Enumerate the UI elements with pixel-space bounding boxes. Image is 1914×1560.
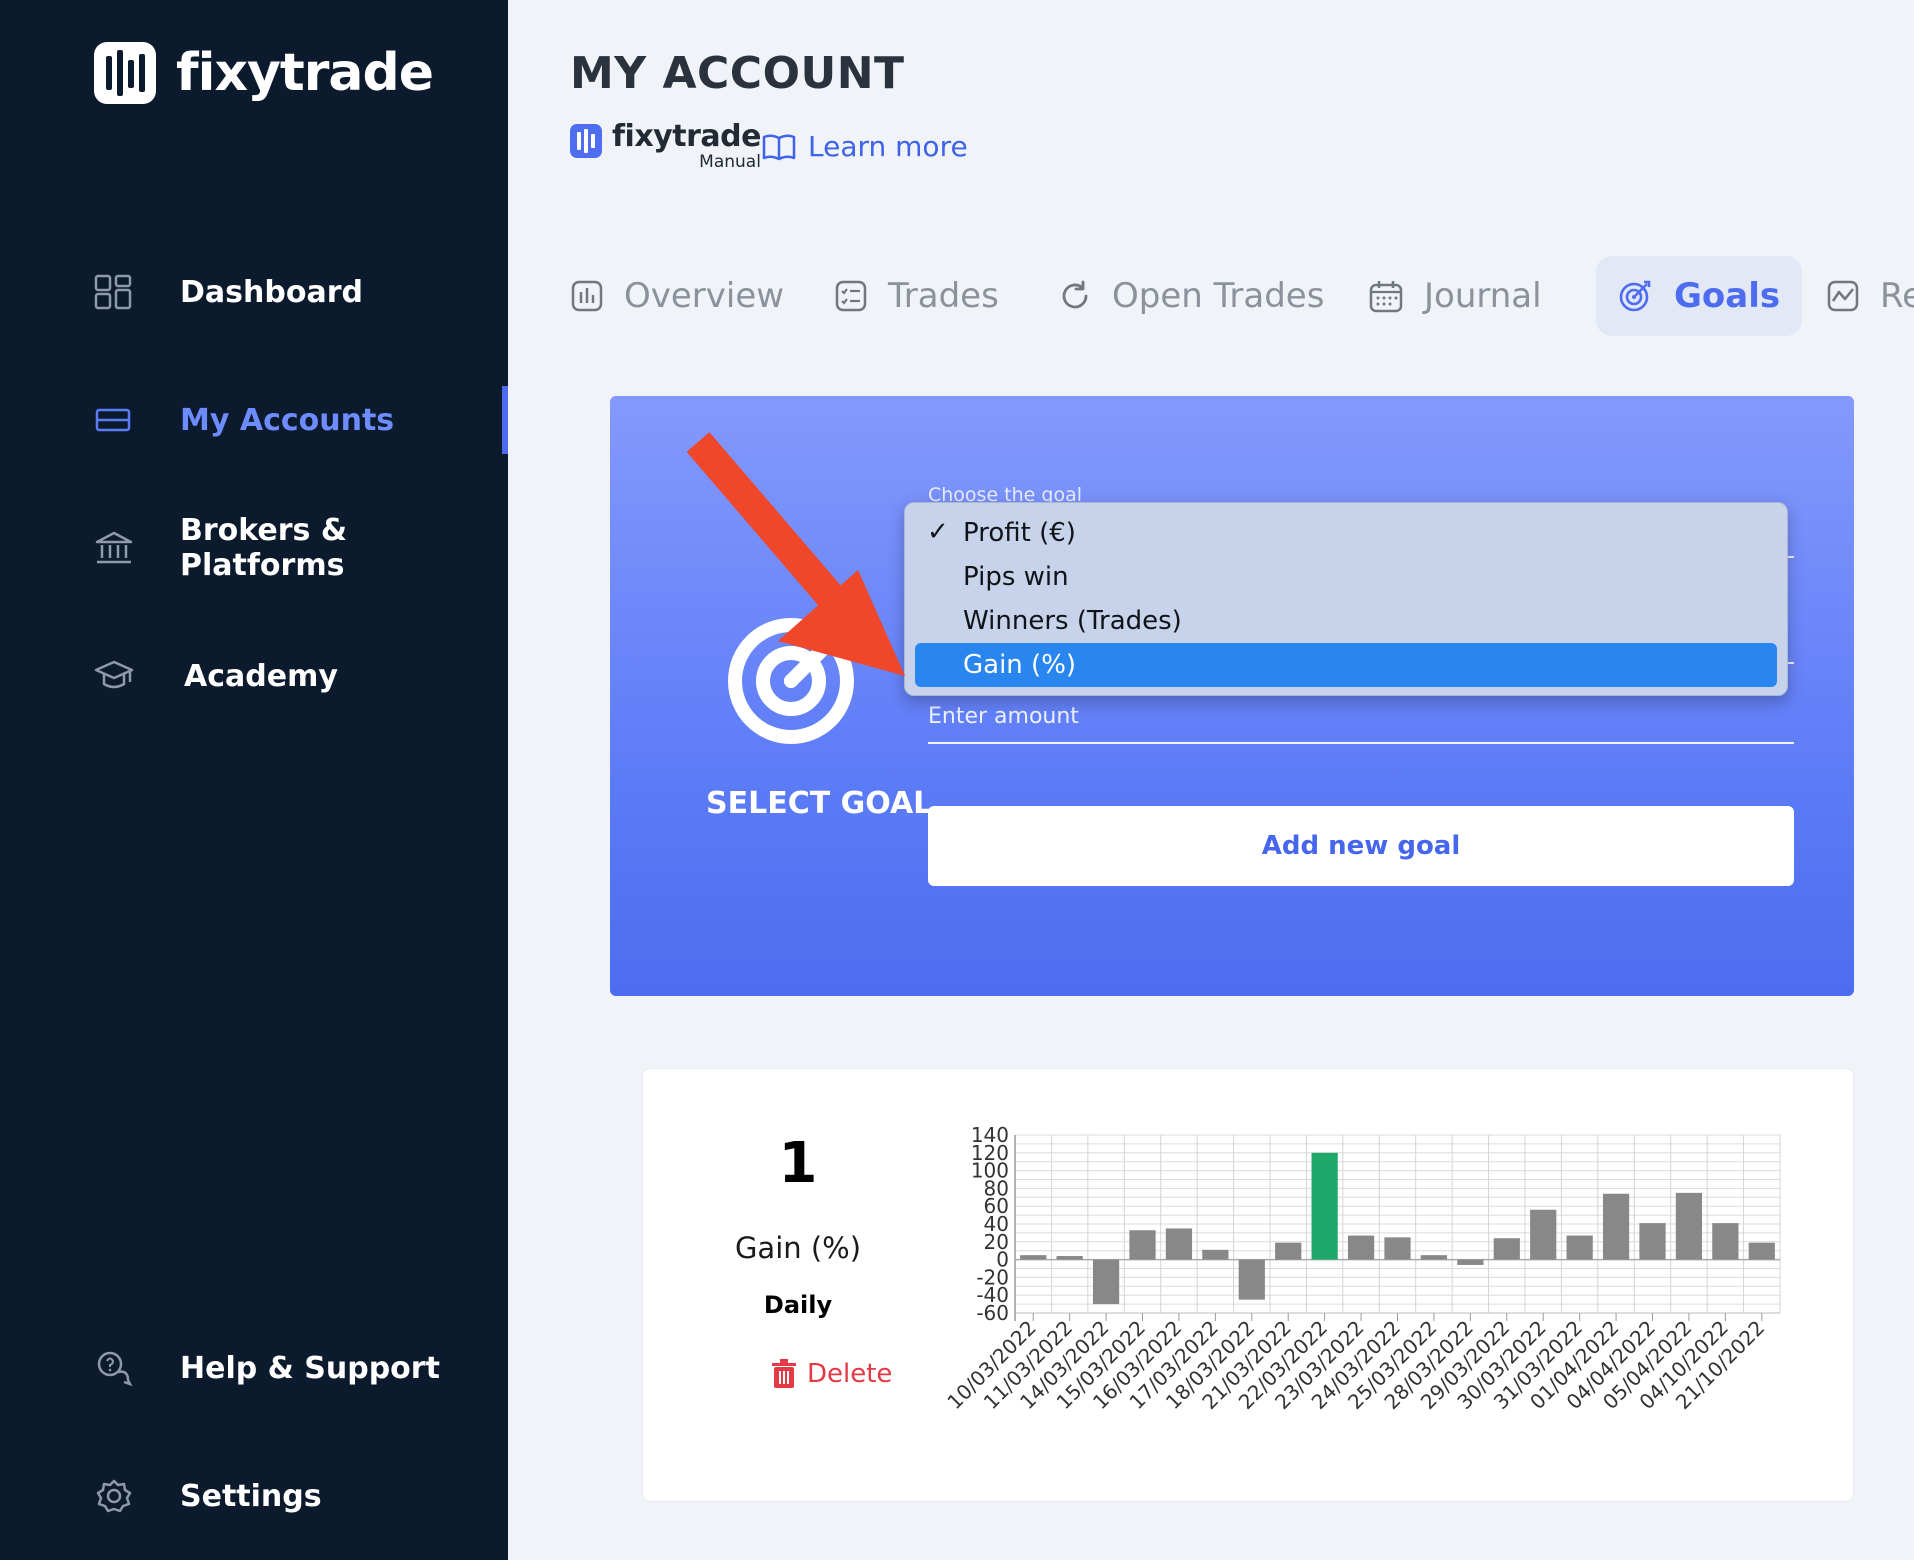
option-label: Gain (%) (963, 650, 1077, 680)
add-new-goal-button[interactable]: Add new goal (928, 806, 1794, 886)
tab-journal[interactable]: Journal (1368, 256, 1542, 336)
graduation-cap-icon (94, 660, 134, 689)
sidebar-item-label: My Accounts (180, 402, 395, 438)
report-chart-icon (1827, 280, 1859, 312)
bar-chart-icon (571, 280, 603, 312)
chart-bar (1092, 1259, 1120, 1305)
tab-label: Open Trades (1112, 276, 1325, 316)
sidebar-item-label: Academy (184, 658, 338, 694)
chart-bar (1020, 1255, 1047, 1260)
tab-overview[interactable]: Overview (570, 256, 784, 336)
tab-open-trades[interactable]: Open Trades (1058, 256, 1324, 336)
chart-bar (1493, 1238, 1520, 1260)
gear-icon (96, 1479, 132, 1513)
goal-bar-chart: 140120100806040200-20-40-6010/03/202211/… (943, 1123, 1781, 1414)
dashboard-grid-icon (94, 274, 132, 310)
option-label: Pips win (963, 562, 1069, 592)
dropdown-option-winners[interactable]: Winners (Trades) (915, 599, 1777, 643)
credit-card-icon (95, 408, 131, 432)
chart-bar (1165, 1228, 1193, 1260)
manual-logo[interactable]: fixytrade Manual (570, 122, 761, 171)
account-tabs: Overview Trades Open Trades Journal Goal… (570, 256, 1914, 336)
sidebar-item-label: Help & Support (180, 1350, 440, 1386)
fixytrade-manual-logo-icon (570, 124, 602, 158)
dropdown-option-profit[interactable]: ✓ Profit (€) (915, 511, 1777, 555)
chart-bar (1457, 1259, 1484, 1265)
goal-type-dropdown[interactable]: ✓ Profit (€) Pips win Winners (Trades) G… (904, 502, 1788, 696)
sidebar-item-settings[interactable]: Settings (0, 1462, 508, 1530)
goal-value: 1 (778, 1131, 818, 1196)
tab-trades[interactable]: Trades (834, 256, 999, 336)
sidebar-item-my-accounts[interactable]: My Accounts (0, 386, 508, 454)
amount-input-underline (928, 742, 1794, 744)
chart-bar (1712, 1223, 1739, 1260)
chart-bar (1566, 1235, 1593, 1260)
manual-logo-subtitle: Manual (699, 152, 761, 172)
checklist-icon (835, 280, 867, 312)
sidebar-item-label: Settings (180, 1478, 322, 1514)
book-icon (762, 133, 796, 160)
goal-stats-card: 1 Gain (%) Daily Delete 140 120 100 80 60 40 2… (642, 1068, 1854, 1502)
chart-bar (1056, 1256, 1083, 1260)
sidebar: fixytrade Dashboard My Accounts Brokers … (0, 0, 508, 1560)
select-goal-caption: SELECT GOAL (706, 786, 933, 821)
chart-bar (1675, 1192, 1703, 1260)
dropdown-option-gain[interactable]: Gain (%) (915, 643, 1777, 687)
tab-label: Journal (1424, 276, 1542, 316)
chart-bar (1238, 1259, 1265, 1300)
sidebar-item-label: Dashboard (180, 274, 363, 310)
learn-more-link[interactable]: Learn more (762, 130, 968, 163)
chart-bar (1530, 1209, 1557, 1260)
target-icon (1619, 280, 1651, 312)
manual-logo-title: fixytrade (612, 119, 761, 154)
delete-goal-button[interactable]: Delete (771, 1359, 892, 1389)
tab-goals[interactable]: Goals (1596, 256, 1803, 336)
sidebar-item-brokers[interactable]: Brokers & Platforms (0, 513, 508, 583)
brand-logo[interactable]: fixytrade (94, 42, 434, 104)
chart-bar (1748, 1242, 1775, 1260)
tab-label: Goals (1674, 276, 1781, 316)
brand-name: fixytrade (176, 43, 434, 103)
dropdown-option-pips[interactable]: Pips win (915, 555, 1777, 599)
tab-reports[interactable]: Re (1826, 256, 1914, 336)
refresh-icon (1062, 280, 1088, 309)
tab-label: Re (1880, 276, 1914, 316)
y-tick-label: -60 (976, 1301, 1009, 1325)
chart-bar (1420, 1255, 1448, 1260)
sidebar-item-academy[interactable]: Academy (0, 642, 508, 710)
chart-bar (1129, 1230, 1156, 1260)
fixytrade-logo-icon (94, 42, 156, 104)
chart-bar (1275, 1242, 1302, 1260)
bank-icon (95, 531, 133, 564)
sidebar-item-help[interactable]: Help & Support (0, 1334, 508, 1402)
chart-bar (1639, 1223, 1666, 1260)
annotation-arrow-icon (686, 432, 905, 676)
goal-type: Gain (%) (734, 1231, 862, 1265)
page-title: MY ACCOUNT (570, 48, 905, 99)
tab-label: Trades (888, 276, 999, 316)
delete-label: Delete (807, 1359, 893, 1389)
chart-bar (1347, 1235, 1375, 1260)
checkmark-icon: ✓ (927, 517, 949, 547)
chart-bar (1384, 1237, 1411, 1260)
sidebar-item-dashboard[interactable]: Dashboard (0, 258, 508, 326)
sidebar-item-label: Brokers & Platforms (180, 513, 348, 583)
trash-icon (772, 1359, 796, 1388)
chart-bar (1311, 1152, 1338, 1260)
chart-bar (1602, 1193, 1630, 1260)
goal-frequency: Daily (763, 1291, 833, 1319)
option-label: Winners (Trades) (963, 606, 1182, 636)
chart-bar (1202, 1249, 1229, 1260)
amount-input[interactable]: Enter amount (928, 704, 1079, 729)
help-chat-icon (97, 1351, 133, 1386)
calendar-icon (1369, 281, 1403, 313)
tab-label: Overview (624, 276, 785, 316)
learn-more-label: Learn more (808, 130, 968, 163)
option-label: Profit (€) (963, 518, 1076, 548)
